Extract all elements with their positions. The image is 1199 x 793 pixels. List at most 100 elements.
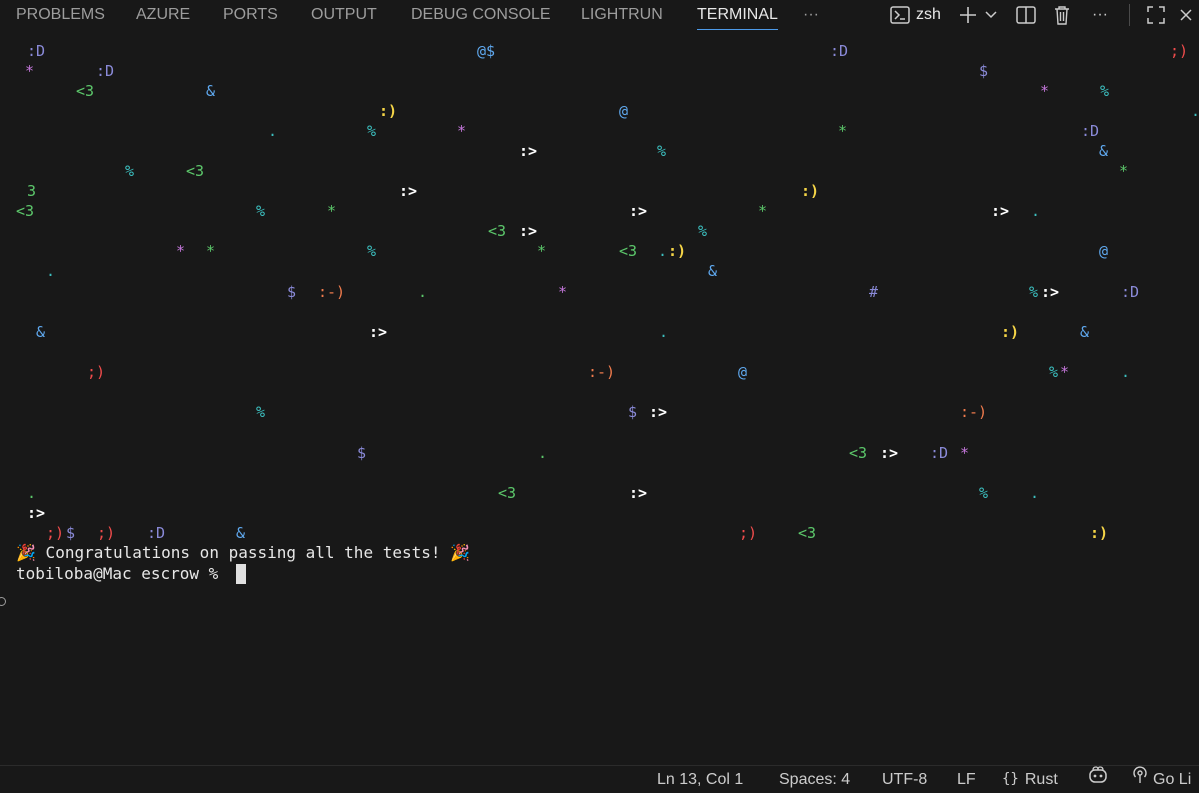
go-live-button[interactable]: Go Li xyxy=(1132,766,1191,793)
confetti-glyph: . xyxy=(659,323,669,341)
confetti-glyph: :> xyxy=(649,403,668,421)
confetti-glyph: :) xyxy=(1090,524,1109,542)
confetti-glyph: & xyxy=(708,262,718,280)
tab-terminal[interactable]: TERMINAL xyxy=(697,0,778,30)
confetti-glyph: . xyxy=(1121,363,1131,381)
confetti-glyph: * xyxy=(960,444,970,462)
confetti-glyph: % xyxy=(979,484,989,502)
maximize-panel-button[interactable] xyxy=(1145,3,1167,27)
confetti-glyph: :> xyxy=(991,202,1010,220)
confetti-glyph: % xyxy=(125,162,135,180)
language-mode[interactable]: {} Rust xyxy=(1002,766,1058,793)
end-of-line[interactable]: LF xyxy=(957,766,976,793)
status-bar: Ln 13, Col 1 Spaces: 4 UTF-8 LF {} Rust … xyxy=(0,765,1199,792)
confetti-glyph: :> xyxy=(399,182,418,200)
confetti-glyph: & xyxy=(36,323,46,341)
tab-output[interactable]: OUTPUT xyxy=(311,0,377,30)
success-message: 🎉 Congratulations on passing all the tes… xyxy=(16,543,471,562)
confetti-glyph: % xyxy=(256,403,266,421)
confetti-glyph: . xyxy=(1031,202,1041,220)
chevron-down-icon xyxy=(985,11,997,19)
launch-profile-button[interactable] xyxy=(983,3,999,27)
broadcast-icon xyxy=(1132,766,1148,793)
confetti-glyph: :> xyxy=(629,202,648,220)
confetti-glyph: <3 xyxy=(186,162,205,180)
confetti-glyph: & xyxy=(1099,142,1109,160)
tab-lightrun[interactable]: LIGHTRUN xyxy=(581,0,663,30)
confetti-glyph: * xyxy=(327,202,337,220)
terminal-cursor xyxy=(236,564,246,584)
split-terminal-button[interactable] xyxy=(1014,3,1038,27)
toolbar-separator xyxy=(1129,4,1130,26)
confetti-glyph: . xyxy=(27,484,37,502)
confetti-glyph: $ xyxy=(66,524,76,542)
confetti-glyph: % xyxy=(1049,363,1059,381)
confetti-glyph: % xyxy=(1029,283,1039,301)
confetti-glyph: <3 xyxy=(498,484,517,502)
confetti-glyph: # xyxy=(869,283,879,301)
close-icon xyxy=(1179,8,1193,22)
confetti-glyph: . xyxy=(658,242,668,260)
confetti-glyph: :D xyxy=(147,524,166,542)
panel-tab-bar: PROBLEMS AZURE PORTS OUTPUT DEBUG CONSOL… xyxy=(0,0,1199,30)
confetti-glyph: * xyxy=(838,122,848,140)
new-terminal-button[interactable] xyxy=(957,3,979,27)
confetti-glyph: <3 xyxy=(849,444,868,462)
confetti-glyph: . xyxy=(538,444,548,462)
terminal-icon xyxy=(890,6,910,24)
language-label: Rust xyxy=(1024,771,1058,788)
encoding[interactable]: UTF-8 xyxy=(882,766,927,793)
cursor-position[interactable]: Ln 13, Col 1 xyxy=(657,766,743,793)
confetti-glyph: :> xyxy=(519,142,538,160)
shell-name: zsh xyxy=(916,6,941,23)
confetti-glyph: * xyxy=(25,62,35,80)
go-live-label: Go Li xyxy=(1153,771,1192,788)
confetti-glyph: ;) xyxy=(1170,42,1189,60)
confetti-glyph: :> xyxy=(880,444,899,462)
confetti-glyph: * xyxy=(1060,363,1070,381)
confetti-glyph: ;) xyxy=(87,363,106,381)
ellipsis-icon: ··· xyxy=(1092,6,1108,23)
confetti-glyph: * xyxy=(537,242,547,260)
split-icon xyxy=(1016,6,1036,24)
close-panel-button[interactable] xyxy=(1179,3,1199,27)
confetti-glyph: :D xyxy=(1121,283,1140,301)
more-tabs-button[interactable]: ··· xyxy=(803,0,819,30)
tab-ports[interactable]: PORTS xyxy=(223,0,278,30)
confetti-glyph: & xyxy=(1080,323,1090,341)
confetti-glyph: * xyxy=(1119,162,1129,180)
confetti-glyph: :D xyxy=(1081,122,1100,140)
confetti-glyph: ;) xyxy=(739,524,758,542)
tab-debug-console[interactable]: DEBUG CONSOLE xyxy=(411,0,551,30)
copilot-status[interactable] xyxy=(1088,766,1110,793)
plus-icon xyxy=(958,5,978,25)
maximize-icon xyxy=(1147,6,1165,24)
confetti-glyph: % xyxy=(657,142,667,160)
confetti-glyph: @ xyxy=(1099,242,1109,260)
confetti-glyph: :> xyxy=(27,504,46,522)
confetti-glyph: :D xyxy=(27,42,46,60)
more-actions-button[interactable]: ··· xyxy=(1088,3,1112,27)
confetti-glyph: * xyxy=(558,283,568,301)
confetti-glyph: % xyxy=(1100,82,1110,100)
confetti-glyph: :> xyxy=(1041,283,1060,301)
confetti-glyph: & xyxy=(236,524,246,542)
confetti-glyph: <3 xyxy=(619,242,638,260)
confetti-glyph: <3 xyxy=(798,524,817,542)
confetti-glyph: @$ xyxy=(477,42,496,60)
tab-azure[interactable]: AZURE xyxy=(136,0,190,30)
confetti-glyph: @ xyxy=(619,102,629,120)
confetti-glyph: @ xyxy=(738,363,748,381)
confetti-glyph: <3 xyxy=(16,202,35,220)
terminal-output[interactable]: :D@$:D;)*:D$<3&*%:)@..%**:D:>%&%<3*3:>:)… xyxy=(0,30,1199,765)
kill-terminal-button[interactable] xyxy=(1051,3,1073,27)
confetti-glyph: :) xyxy=(379,102,398,120)
copilot-icon xyxy=(1088,766,1108,793)
trash-icon xyxy=(1053,5,1071,25)
indentation[interactable]: Spaces: 4 xyxy=(779,766,850,793)
confetti-glyph: :) xyxy=(1001,323,1020,341)
confetti-glyph: % xyxy=(367,242,377,260)
shell-selector[interactable]: zsh xyxy=(890,3,946,27)
tab-problems[interactable]: PROBLEMS xyxy=(16,0,105,30)
confetti-glyph: * xyxy=(176,242,186,260)
